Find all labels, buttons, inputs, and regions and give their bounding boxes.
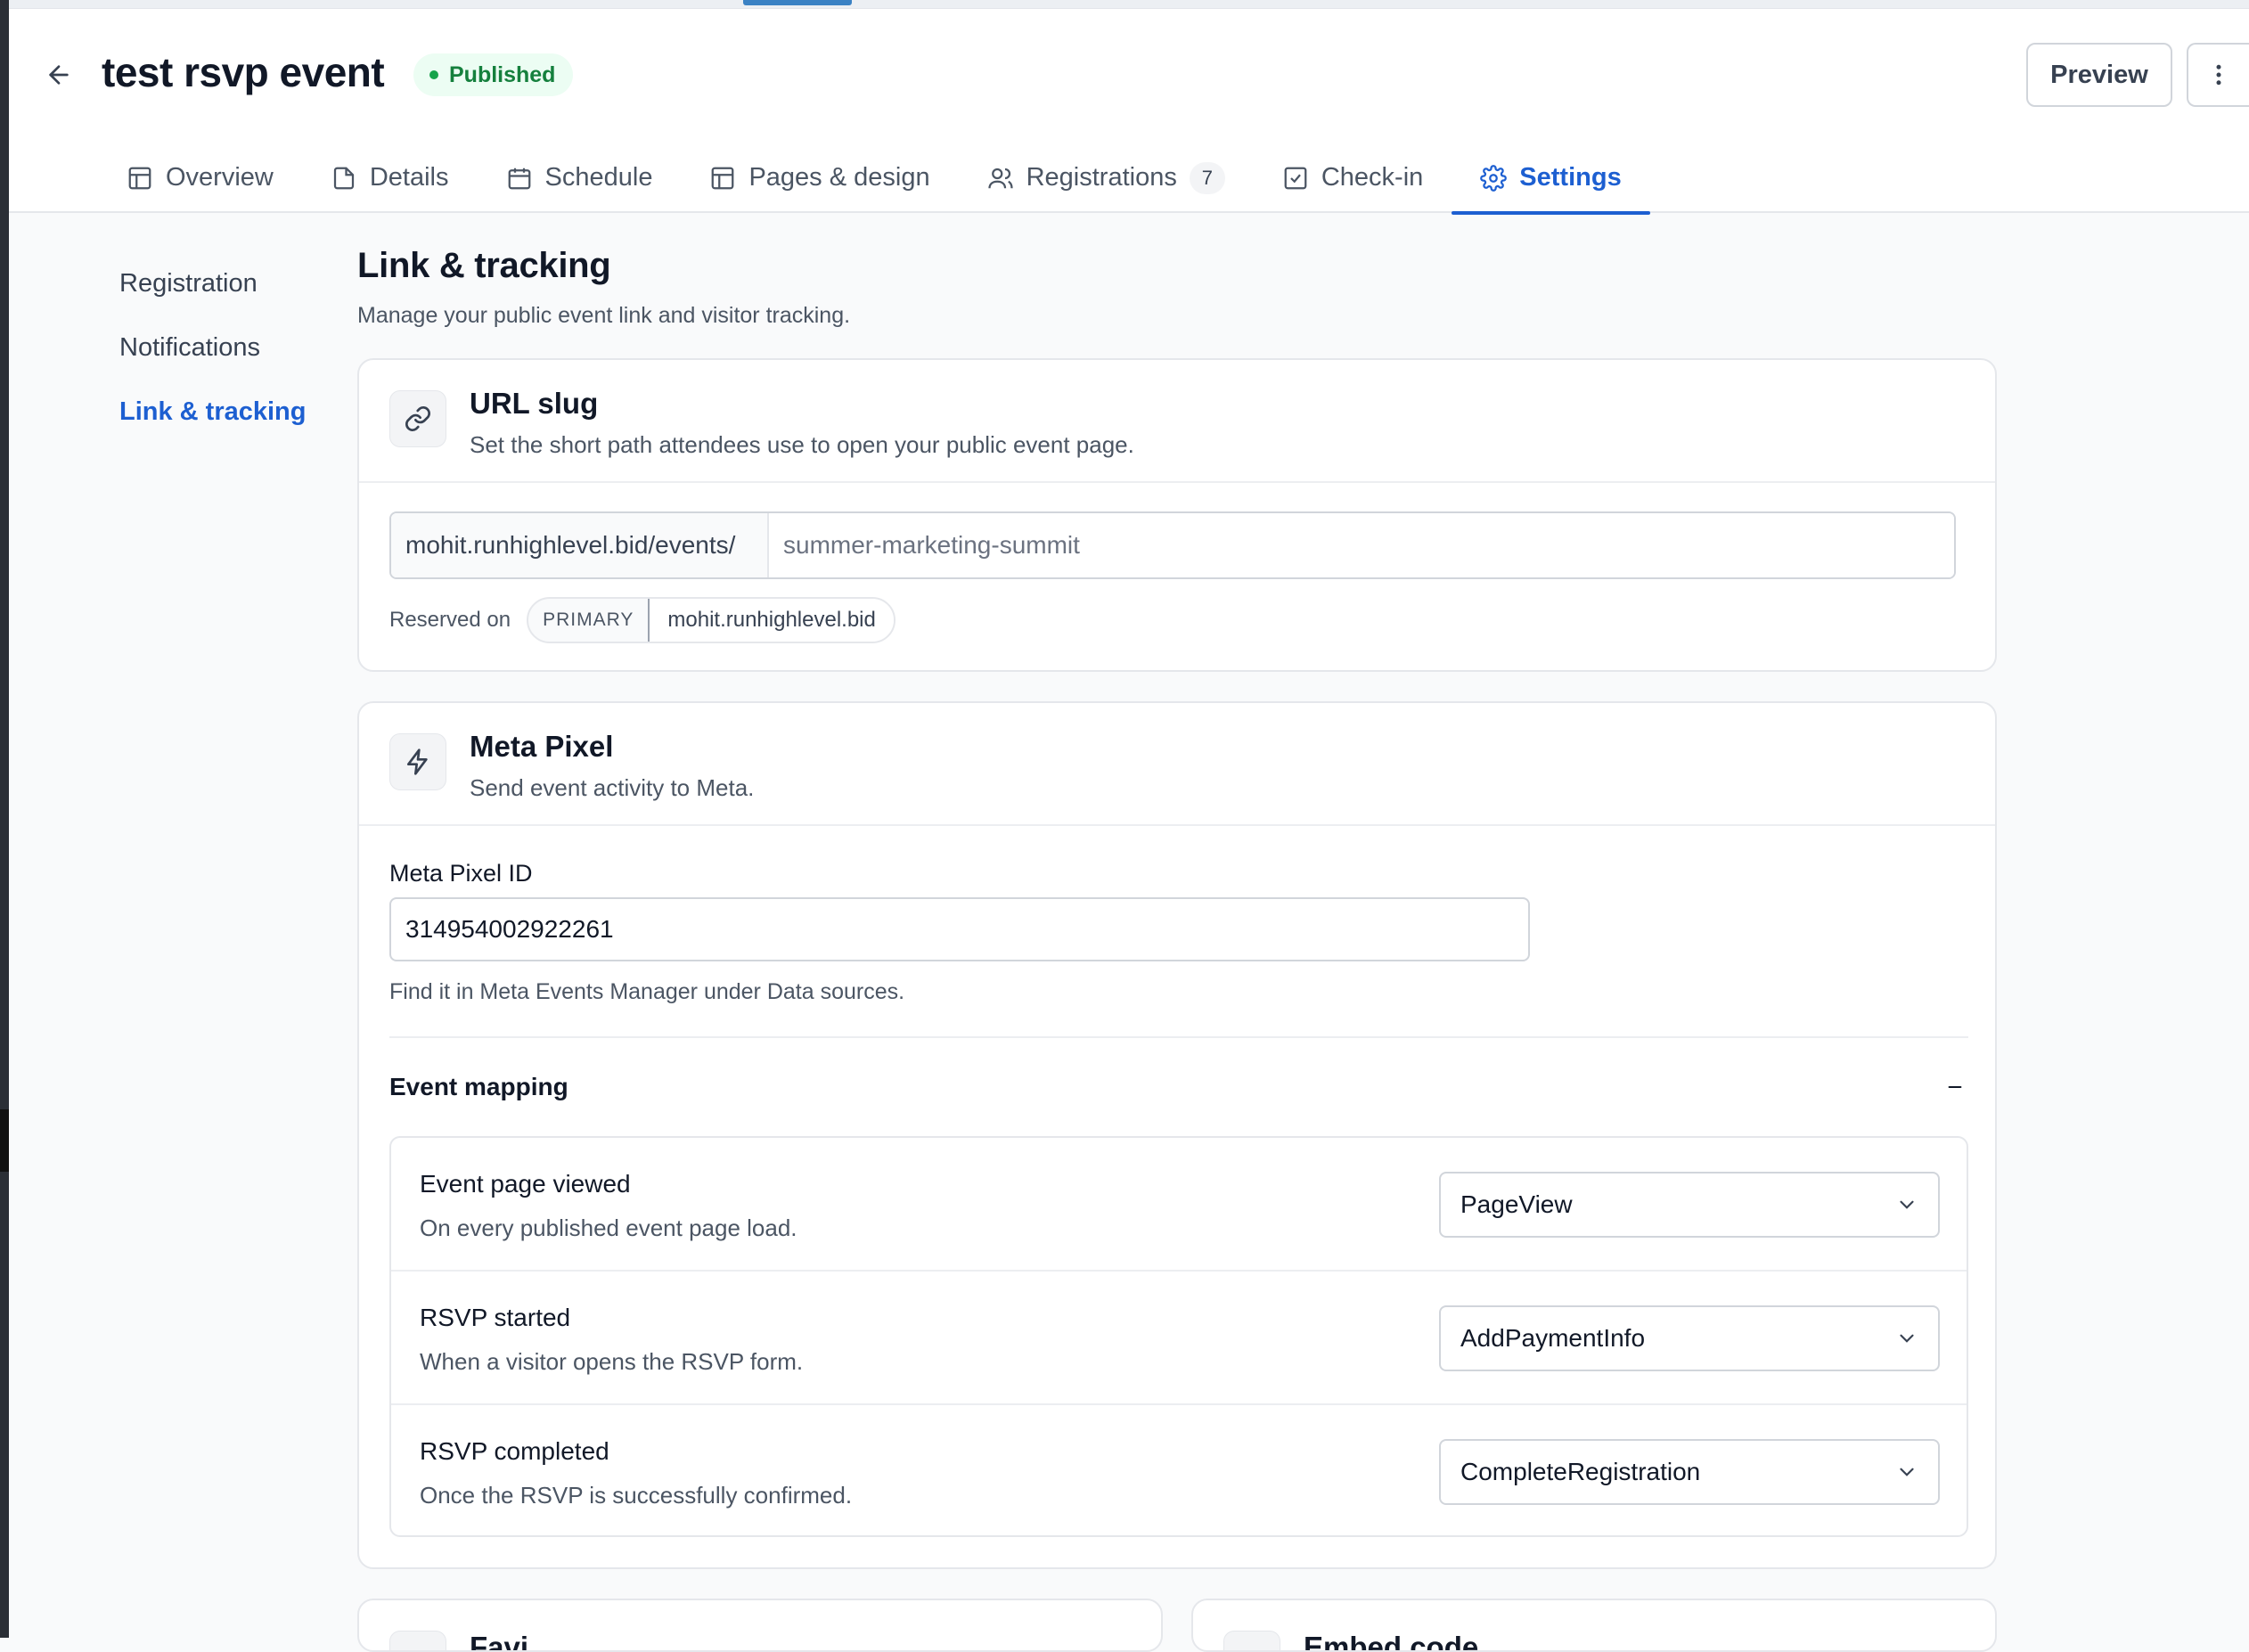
url-slug-card: URL slug Set the short path attendees us… [357,358,1997,672]
mapping-name: RSVP completed [420,1437,609,1465]
mapping-select[interactable]: AddPaymentInfo [1439,1305,1940,1371]
users-icon [987,168,1013,188]
arrow-left-icon [49,65,69,85]
tab-schedule[interactable]: Schedule [478,143,682,213]
sidenav-item-link-tracking[interactable]: Link & tracking [119,380,351,444]
tab-label: Pages & design [748,163,930,192]
event-mapping-list: Event page viewed On every published eve… [389,1136,1968,1537]
mapping-name: RSVP started [420,1304,571,1331]
tab-label: Schedule [544,163,653,192]
lightning-icon [407,748,428,775]
card-icon-wrap [389,1631,446,1650]
window-edge [0,0,9,1638]
chevron-down-icon [1900,1200,1914,1209]
tab-overview[interactable]: Overview [98,143,302,213]
mapping-name: Event page viewed [420,1170,631,1198]
mapping-description: On every published event page load. [420,1214,797,1241]
tab-settings[interactable]: Settings [1452,143,1651,215]
tab-label: Overview [166,163,274,192]
tab-check-in[interactable]: Check-in [1254,143,1452,213]
page-title: test rsvp event [102,49,385,95]
mapping-description: Once the RSVP is successfully confirmed. [420,1482,853,1509]
document-icon [333,167,354,189]
select-value: PageView [1460,1190,1573,1218]
tab-label: Registrations [1026,163,1177,192]
embed-code-card: Embed code [1191,1599,1997,1652]
slug-input[interactable] [769,513,1954,577]
card-header: Meta Pixel Send event activity to Meta. [359,703,1995,826]
list-item: Event page viewed On every published eve… [391,1138,1967,1272]
preview-button[interactable]: Preview [2026,43,2172,107]
chevron-down-icon [1900,1468,1914,1476]
more-vertical-icon [2216,64,2221,86]
list-item: RSVP completed Once the RSVP is successf… [391,1405,1967,1535]
minus-icon [1942,1074,1968,1100]
slug-prefix: mohit.runhighlevel.bid/events/ [391,513,769,577]
list-item: RSVP started When a visitor opens the RS… [391,1272,1967,1405]
pixel-id-input[interactable] [389,897,1530,961]
card-icon-wrap [389,733,446,790]
tab-label: Settings [1519,163,1622,192]
window-edge-handle [0,1109,9,1172]
card-description: Set the short path attendees use to open… [470,431,1134,458]
check-square-icon [1284,167,1307,189]
page-header: test rsvp event Published Preview Overvi… [9,0,2249,215]
more-options-button[interactable] [2187,43,2249,107]
pixel-id-help: Find it in Meta Events Manager under Dat… [389,979,905,1004]
top-strip [9,0,2249,9]
domain-tag: PRIMARY [528,599,650,642]
status-dot-icon [429,70,438,79]
card-header: URL slug Set the short path attendees us… [359,360,1995,483]
card-title: URL slug [470,387,599,420]
mapping-select[interactable]: PageView [1439,1172,1940,1238]
domain-chip: PRIMARY mohit.runhighlevel.bid [527,597,896,643]
tab-label: Check-in [1321,163,1424,192]
select-value: CompleteRegistration [1460,1458,1701,1485]
reserved-label: Reserved on [389,608,511,632]
status-badge-label: Published [449,61,556,87]
event-mapping-title: Event mapping [389,1073,568,1100]
top-strip-indicator [743,0,852,5]
sidenav-item-registration[interactable]: Registration [119,251,351,315]
slug-field: mohit.runhighlevel.bid/events/ [389,511,1956,579]
link-icon [405,406,430,431]
tab-registrations[interactable]: Registrations 7 [959,143,1254,213]
select-value: AddPaymentInfo [1460,1324,1646,1352]
pixel-id-label: Meta Pixel ID [389,860,533,887]
domain-name: mohit.runhighlevel.bid [650,599,894,642]
card-icon-wrap [389,390,446,447]
mapping-select[interactable]: CompleteRegistration [1439,1439,1940,1505]
settings-sidenav: Registration Notifications Link & tracki… [119,251,351,444]
chevron-down-icon [1900,1334,1914,1343]
gear-icon [1480,164,1508,192]
reserved-domain-row: Reserved on PRIMARY mohit.runhighlevel.b… [389,597,896,643]
section-subtitle: Manage your public event link and visito… [357,303,851,328]
tab-label: Details [369,163,449,192]
section-title: Link & tracking [357,246,611,285]
tab-details[interactable]: Details [302,143,478,213]
back-button[interactable] [39,55,78,94]
card-icon-wrap [1223,1631,1280,1650]
tab-bar: Overview Details Schedule Pages & design… [98,143,1651,215]
registrations-count-badge: 7 [1189,161,1225,194]
app-frame: test rsvp event Published Preview Overvi… [9,0,2249,1652]
layout-icon [128,167,151,189]
sidenav-item-notifications[interactable]: Notifications [119,315,351,380]
card-title: Embed code [1304,1631,1479,1652]
favicon-card: Favi [357,1599,1163,1652]
card-description: Send event activity to Meta. [470,774,755,801]
card-title: Favi [470,1631,529,1652]
meta-pixel-card: Meta Pixel Send event activity to Meta. … [357,701,1997,1569]
tab-pages-design[interactable]: Pages & design [681,143,958,213]
card-title: Meta Pixel [470,730,614,763]
status-badge: Published [413,53,574,96]
layout-icon [712,167,734,189]
calendar-icon [508,168,530,189]
mapping-description: When a visitor opens the RSVP form. [420,1348,804,1375]
event-mapping-toggle[interactable]: Event mapping [389,1038,1968,1136]
